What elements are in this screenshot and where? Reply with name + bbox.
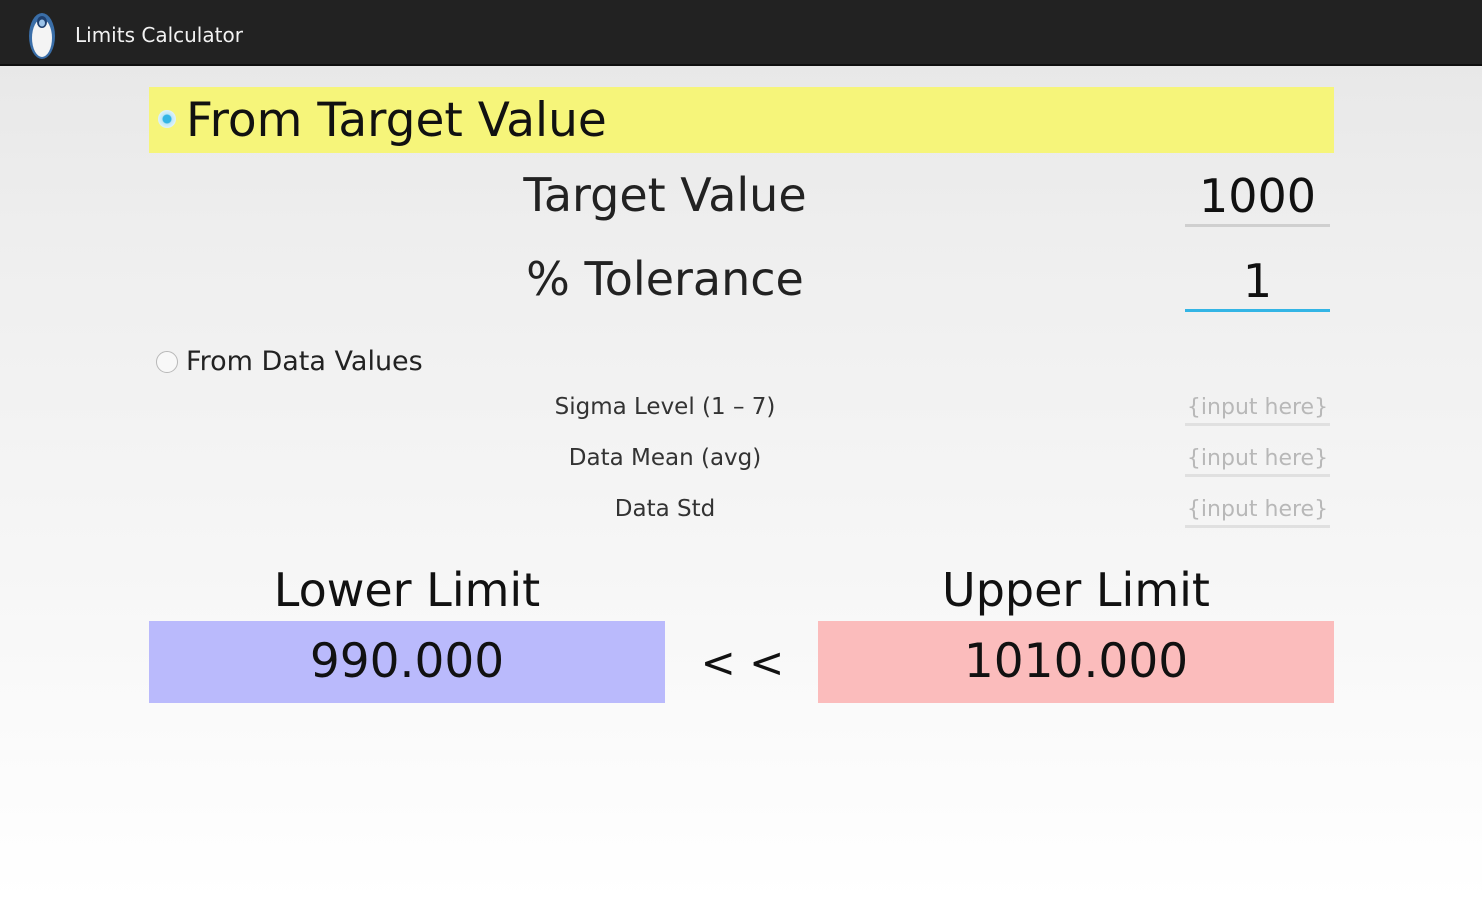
- from-target-value-option[interactable]: From Target Value: [149, 87, 1334, 153]
- data-mean-input[interactable]: [1185, 443, 1330, 477]
- target-value-input[interactable]: [1185, 167, 1330, 227]
- upper-limit-label: Upper Limit: [942, 563, 1210, 617]
- lower-limit-value: 990.000: [149, 621, 665, 703]
- from-data-values-label[interactable]: From Data Values: [186, 345, 423, 379]
- app-title: Limits Calculator: [75, 23, 243, 47]
- data-std-label: Data Std: [614, 496, 716, 522]
- data-mean-label: Data Mean (avg): [568, 445, 762, 471]
- from-target-value-label: From Target Value: [186, 93, 607, 148]
- app-logo-icon[interactable]: [27, 8, 57, 60]
- from-data-values-radio[interactable]: [156, 351, 178, 373]
- sigma-level-label: Sigma Level (1 – 7): [554, 394, 776, 420]
- tolerance-input[interactable]: [1185, 252, 1330, 312]
- target-value-label: Target Value: [523, 168, 807, 222]
- sigma-level-input[interactable]: [1185, 392, 1330, 426]
- tolerance-label: % Tolerance: [526, 252, 804, 306]
- data-std-input[interactable]: [1185, 494, 1330, 528]
- upper-limit-value: 1010.000: [818, 621, 1334, 703]
- lower-limit-label: Lower Limit: [273, 563, 541, 617]
- action-bar: Limits Calculator: [0, 0, 1482, 66]
- from-target-value-radio[interactable]: [158, 110, 176, 128]
- limit-separator: < <: [700, 638, 785, 687]
